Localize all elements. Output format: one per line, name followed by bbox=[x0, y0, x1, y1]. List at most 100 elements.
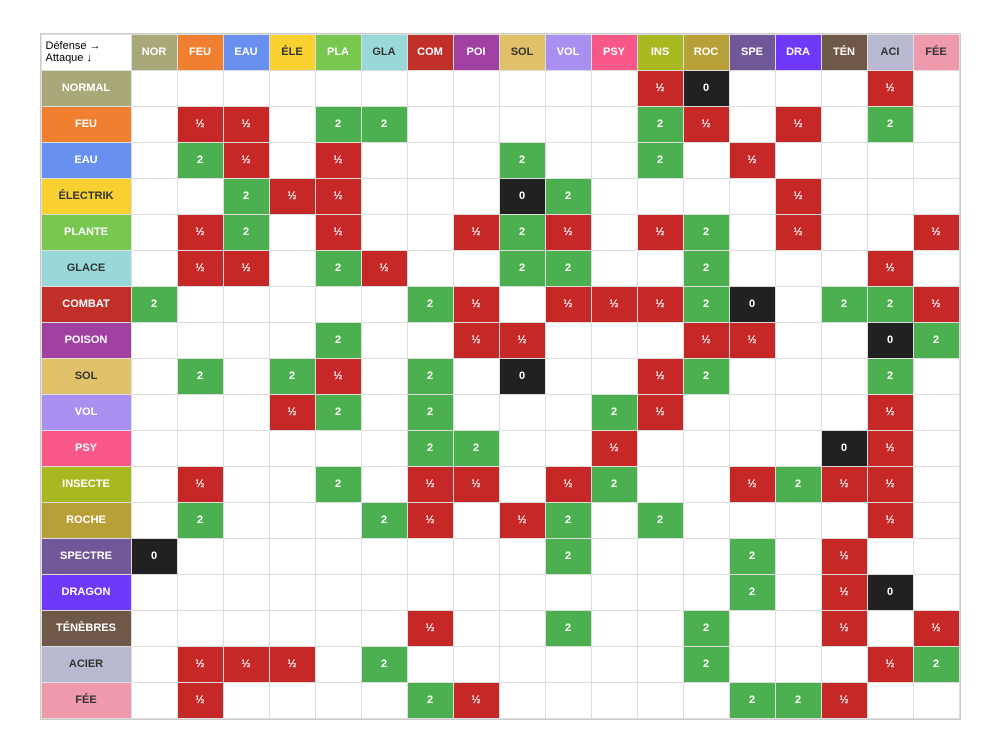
cell bbox=[913, 178, 959, 214]
col-header-SOL: SOL bbox=[499, 34, 545, 70]
cell: ½ bbox=[545, 286, 591, 322]
cell: 2 bbox=[131, 286, 177, 322]
cell bbox=[775, 646, 821, 682]
cell bbox=[177, 178, 223, 214]
cell bbox=[499, 682, 545, 718]
cell: ½ bbox=[867, 394, 913, 430]
cell bbox=[729, 70, 775, 106]
cell bbox=[315, 646, 361, 682]
cell bbox=[591, 178, 637, 214]
cell: ½ bbox=[177, 682, 223, 718]
cell bbox=[361, 610, 407, 646]
cell bbox=[453, 394, 499, 430]
row-header-ACIER: ACIER bbox=[41, 646, 131, 682]
cell: ½ bbox=[729, 142, 775, 178]
cell bbox=[499, 574, 545, 610]
cell bbox=[131, 142, 177, 178]
cell bbox=[453, 358, 499, 394]
cell bbox=[453, 574, 499, 610]
row-header-ÉLECTRIK: ÉLECTRIK bbox=[41, 178, 131, 214]
cell bbox=[913, 538, 959, 574]
cell: ½ bbox=[637, 214, 683, 250]
cell bbox=[545, 322, 591, 358]
cell bbox=[453, 502, 499, 538]
col-header-SPE: SPE bbox=[729, 34, 775, 70]
cell bbox=[683, 142, 729, 178]
cell bbox=[407, 646, 453, 682]
cell bbox=[545, 430, 591, 466]
cell bbox=[591, 70, 637, 106]
table-row: PLANTE½2½½2½½2½½ bbox=[41, 214, 959, 250]
cell bbox=[867, 142, 913, 178]
cell bbox=[269, 322, 315, 358]
cell bbox=[729, 502, 775, 538]
cell: ½ bbox=[821, 574, 867, 610]
cell bbox=[315, 502, 361, 538]
cell bbox=[821, 322, 867, 358]
cell bbox=[729, 358, 775, 394]
cell bbox=[775, 502, 821, 538]
cell bbox=[775, 358, 821, 394]
cell: ½ bbox=[315, 358, 361, 394]
cell: ½ bbox=[177, 214, 223, 250]
cell: 2 bbox=[775, 466, 821, 502]
cell bbox=[683, 430, 729, 466]
cell bbox=[499, 538, 545, 574]
cell bbox=[545, 70, 591, 106]
cell bbox=[315, 430, 361, 466]
cell bbox=[269, 502, 315, 538]
cell: ½ bbox=[545, 466, 591, 502]
col-header-ROC: ROC bbox=[683, 34, 729, 70]
cell bbox=[131, 466, 177, 502]
cell bbox=[269, 538, 315, 574]
row-header-PSY: PSY bbox=[41, 430, 131, 466]
cell bbox=[131, 358, 177, 394]
cell: 2 bbox=[683, 250, 729, 286]
cell bbox=[361, 466, 407, 502]
cell: ½ bbox=[177, 646, 223, 682]
table-row: ÉLECTRIK2½½02½ bbox=[41, 178, 959, 214]
cell: ½ bbox=[269, 646, 315, 682]
cell bbox=[315, 538, 361, 574]
cell bbox=[131, 70, 177, 106]
cell: 2 bbox=[913, 322, 959, 358]
cell bbox=[913, 70, 959, 106]
cell bbox=[775, 322, 821, 358]
cell bbox=[223, 322, 269, 358]
cell bbox=[591, 574, 637, 610]
cell bbox=[637, 610, 683, 646]
cell bbox=[407, 322, 453, 358]
cell: ½ bbox=[453, 286, 499, 322]
cell bbox=[821, 178, 867, 214]
cell bbox=[545, 394, 591, 430]
cell bbox=[499, 466, 545, 502]
cell bbox=[131, 394, 177, 430]
cell bbox=[453, 142, 499, 178]
cell bbox=[913, 574, 959, 610]
cell bbox=[407, 250, 453, 286]
cell bbox=[131, 610, 177, 646]
cell: 2 bbox=[407, 394, 453, 430]
row-header-DRAGON: DRAGON bbox=[41, 574, 131, 610]
cell bbox=[223, 682, 269, 718]
cell: ½ bbox=[729, 466, 775, 502]
row-header-FÉE: FÉE bbox=[41, 682, 131, 718]
cell: ½ bbox=[407, 610, 453, 646]
cell bbox=[361, 70, 407, 106]
cell: 2 bbox=[407, 286, 453, 322]
cell bbox=[821, 358, 867, 394]
cell: 2 bbox=[361, 106, 407, 142]
cell: ½ bbox=[683, 322, 729, 358]
cell: ½ bbox=[499, 502, 545, 538]
col-header-VOL: VOL bbox=[545, 34, 591, 70]
cell bbox=[821, 250, 867, 286]
cell: ½ bbox=[867, 502, 913, 538]
col-header-TEN: TÉN bbox=[821, 34, 867, 70]
cell: 2 bbox=[545, 502, 591, 538]
table-row: COMBAT22½½½½2022½ bbox=[41, 286, 959, 322]
cell bbox=[223, 430, 269, 466]
cell: 2 bbox=[545, 538, 591, 574]
cell bbox=[453, 250, 499, 286]
cell bbox=[545, 574, 591, 610]
cell bbox=[361, 178, 407, 214]
